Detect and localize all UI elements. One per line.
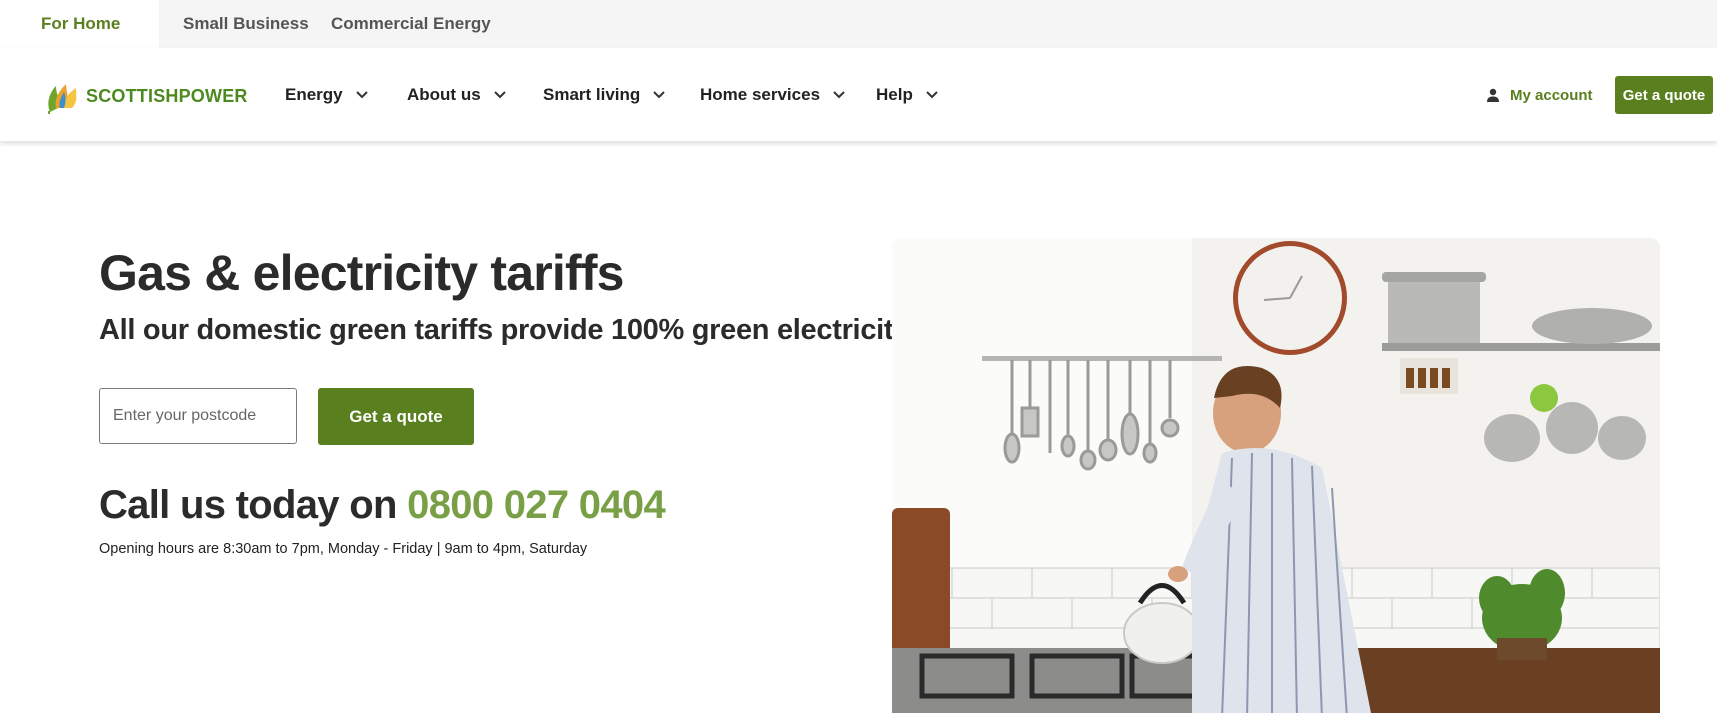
main-navbar: SCOTTISHPOWER Energy About us Smart livi… xyxy=(0,48,1717,142)
header-get-quote-button[interactable]: Get a quote xyxy=(1615,76,1713,114)
brand-logo[interactable]: SCOTTISHPOWER xyxy=(44,78,248,114)
postcode-input[interactable] xyxy=(99,388,297,444)
opening-hours: Opening hours are 8:30am to 7pm, Monday … xyxy=(99,541,588,557)
chevron-down-icon xyxy=(833,91,845,99)
person-icon xyxy=(1487,88,1499,102)
nav-item-label: Home services xyxy=(700,85,821,104)
nav-item-home-services[interactable]: Home services xyxy=(700,48,846,142)
nav-item-label: About us xyxy=(407,85,481,104)
nav-item-energy[interactable]: Energy xyxy=(285,48,369,142)
chevron-down-icon xyxy=(653,91,666,99)
nav-item-label: Smart living xyxy=(543,85,641,104)
nav-item-about-us[interactable]: About us xyxy=(407,48,507,142)
segment-tab-for-home[interactable]: For Home xyxy=(0,0,159,48)
call-prefix: Call us today on xyxy=(99,483,397,527)
segment-bar: For Home Small Business Commercial Energ… xyxy=(0,0,1717,48)
scottishpower-flame-logo-icon xyxy=(48,84,77,114)
phone-number-link[interactable]: 0800 027 0404 xyxy=(407,483,666,527)
nav-item-label: Energy xyxy=(285,85,343,104)
nav-item-help[interactable]: Help xyxy=(876,48,939,142)
hero-kitchen-image xyxy=(892,238,1660,713)
get-quote-button[interactable]: Get a quote xyxy=(318,388,474,445)
segment-tab-small-business[interactable]: Small Business xyxy=(183,0,309,48)
call-us-heading: Call us today on 0800 027 0404 xyxy=(99,483,666,528)
chevron-down-icon xyxy=(926,91,938,99)
page-title: Gas & electricity tariffs xyxy=(99,245,624,301)
my-account-label: My account xyxy=(1510,86,1593,104)
segment-tab-commercial-energy[interactable]: Commercial Energy xyxy=(331,0,491,48)
page-subtitle: All our domestic green tariffs provide 1… xyxy=(99,314,910,346)
nav-item-label: Help xyxy=(876,85,913,104)
nav-item-smart-living[interactable]: Smart living xyxy=(543,48,666,142)
brand-name: SCOTTISHPOWER xyxy=(86,85,248,106)
chevron-down-icon xyxy=(493,91,506,99)
my-account-link[interactable]: My account xyxy=(1486,48,1593,142)
chevron-down-icon xyxy=(355,91,368,99)
